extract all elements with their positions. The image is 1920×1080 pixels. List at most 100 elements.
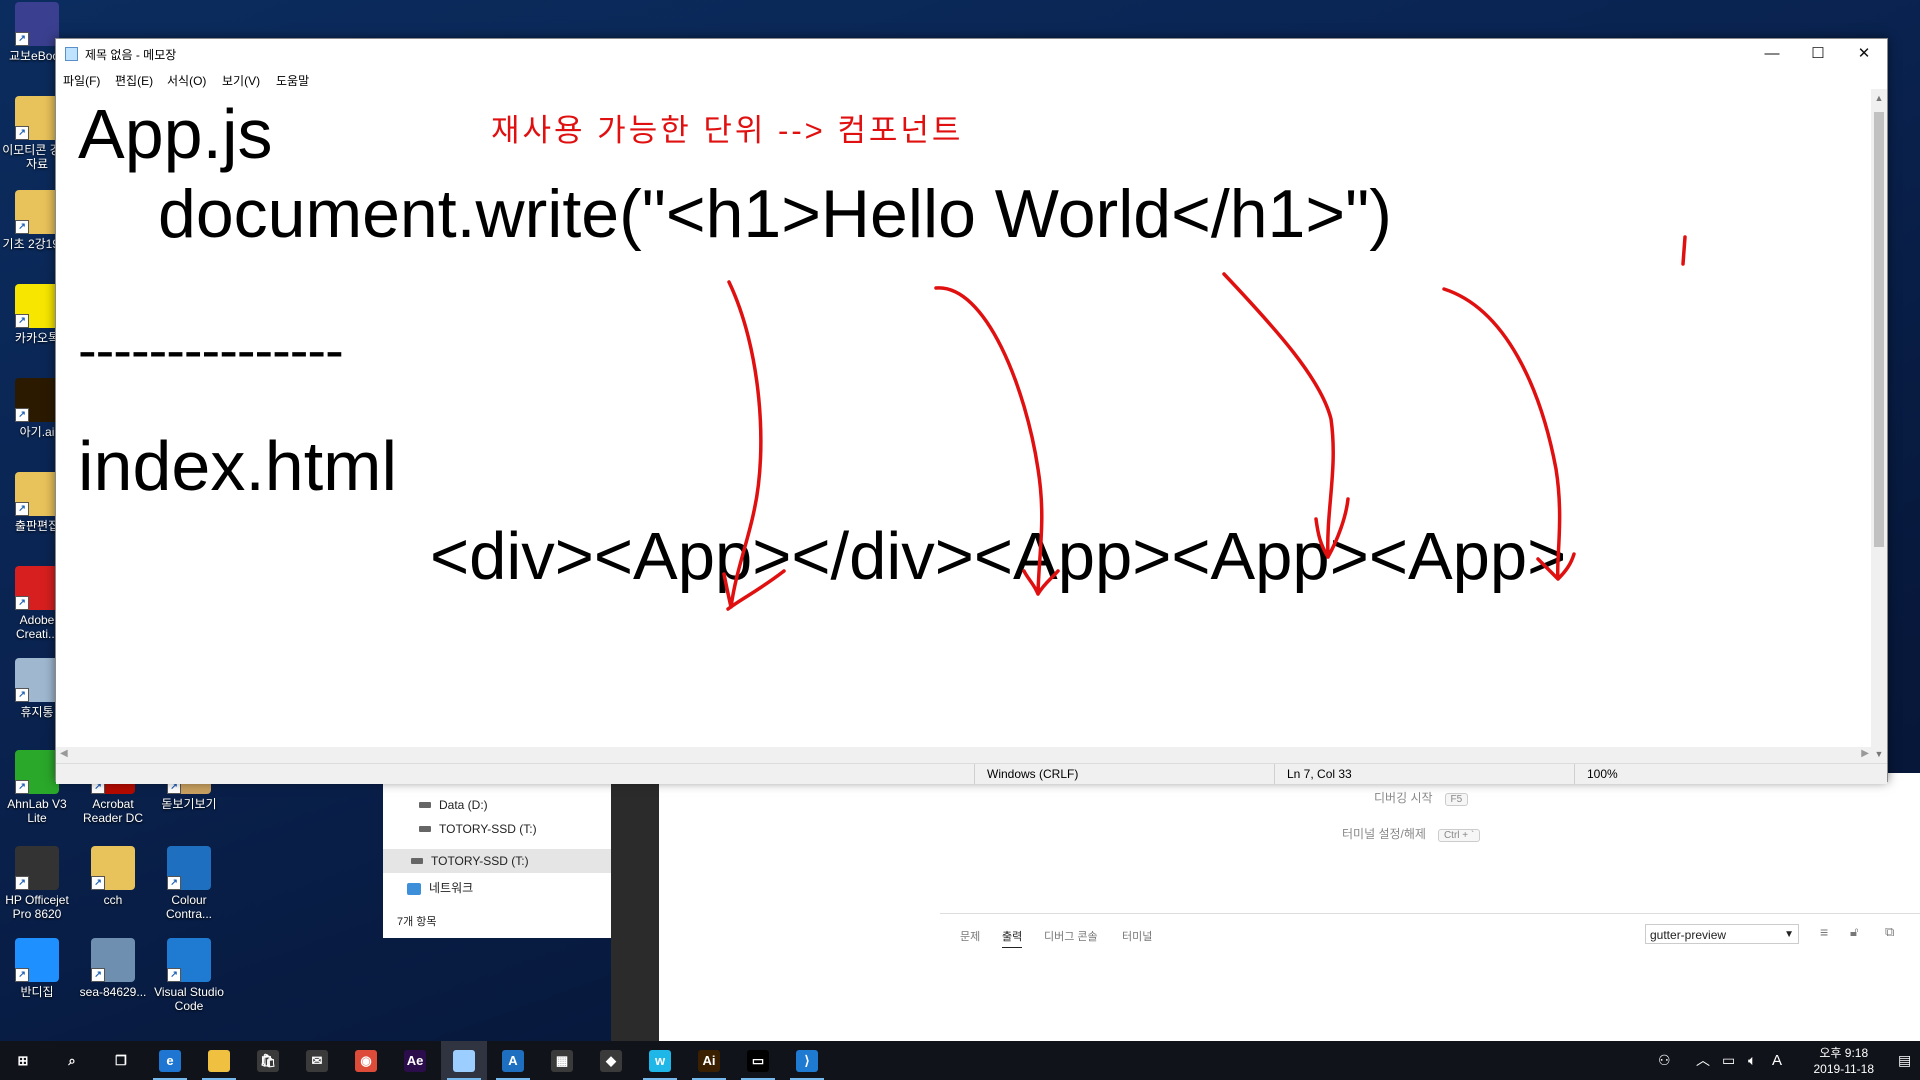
line-document-write: document.write("<h1>Hello World</h1>") [158,176,1392,252]
network-icon [407,882,421,895]
taskbar-cmd-button[interactable]: ▭ [735,1041,781,1080]
taskbar-start-button[interactable]: ⊞ [0,1041,46,1080]
title-bar[interactable]: 제목 없음 - 메모장 — ☐ ✕ [56,39,1887,69]
shortcut-arrow-icon: ↗ [167,876,181,890]
scroll-down-icon[interactable]: ▼ [1871,749,1887,759]
scroll-right-icon[interactable]: ▶ [1861,748,1869,759]
clock[interactable]: 오후 9:18 2019-11-18 [1814,1045,1875,1077]
taskbar-store-button[interactable]: 🛍︎ [245,1041,291,1080]
menu-bar: 파일(F) 편집(E) 서식(O) 보기(V) 도움말 [56,69,1887,89]
desktop-icon-label: cch [103,893,123,907]
minimize-button[interactable]: — [1749,39,1795,69]
scroll-left-icon[interactable]: ◀ [60,748,68,759]
volume-muted-icon[interactable]: 🔈︎ [1748,1041,1756,1080]
taskbar-vscode-button[interactable]: ⟩ [784,1041,830,1080]
close-button[interactable]: ✕ [1841,39,1887,69]
desktop-icon-label: 돋보기보기 [161,797,217,811]
window-title: 제목 없음 - 메모장 [85,48,177,62]
menu-file[interactable]: 파일(F) [63,72,100,89]
hint-start-debugging: 디버깅 시작 F5 [1374,789,1469,806]
chrome-icon: ◉ [355,1049,377,1072]
notifications-icon[interactable]: ▤ [1898,1041,1911,1080]
document-icon: ↗ [91,846,135,890]
status-zoom: 100% [1574,764,1618,784]
taskbar-chrome-button[interactable]: ◉ [343,1041,389,1080]
taskbar-mail-button[interactable]: ✉ [294,1041,340,1080]
edge-icon: e [159,1049,181,1072]
lock-icon[interactable]: 🔓︎ [1850,924,1858,940]
vscode-sidebar [659,773,940,1041]
menu-view[interactable]: 보기(V) [222,72,260,89]
start-icon: ⊞ [17,1052,29,1068]
tab-output[interactable]: 출력 [1002,928,1023,948]
scroll-thumb[interactable] [1874,112,1884,547]
shortcut-arrow-icon: ↗ [91,968,105,982]
drive-icon [419,802,431,809]
maximize-panel-icon[interactable]: ⧉ [1885,924,1894,940]
taskbar-edge-button[interactable]: e [147,1041,193,1080]
explorer-item-totory-ssd[interactable]: TOTORY-SSD (T:) [383,817,611,841]
network-icon[interactable]: ▭ [1722,1041,1735,1080]
illustrator-icon: Ai [698,1049,720,1072]
maximize-button[interactable]: ☐ [1795,39,1841,69]
shortcut-arrow-icon: ↗ [15,408,29,422]
shortcut-arrow-icon: ↗ [15,314,29,328]
taskbar-colour-contrast-button[interactable]: A [490,1041,536,1080]
desktop-icon-15[interactable]: ↗ sea-84629... [76,938,150,999]
vertical-scrollbar[interactable]: ▲ ▼ [1871,89,1887,763]
desktop-icon-13[interactable]: ↗ Colour Contra... [152,846,226,921]
desktop-icon-label: Acrobat Reader DC [82,797,144,825]
file-explorer-icon [208,1049,230,1072]
tab-terminal[interactable]: 터미널 [1122,928,1152,944]
desktop-icon-label: AhnLab V3 Lite [7,797,67,825]
desktop-icon-12[interactable]: ↗ cch [76,846,150,907]
taskbar-whale-button[interactable]: w [637,1041,683,1080]
taskbar-calculator-button[interactable]: ▦ [539,1041,585,1080]
horizontal-scrollbar[interactable]: ◀ ▶ [56,747,1873,763]
status-encoding: Windows (CRLF) [974,764,1078,784]
explorer-item-data-drive[interactable]: Data (D:) [383,793,611,817]
shortcut-arrow-icon: ↗ [15,688,29,702]
arrow-3 [1222,272,1350,559]
notepad-icon [65,47,78,61]
taskbar-search-button[interactable]: ⌕ [49,1041,95,1080]
desktop-icon-label: 반디집 [20,985,54,999]
people-icon[interactable]: ⚇ [1658,1041,1671,1080]
tab-debug-console[interactable]: 디버그 콘솔 [1044,928,1098,944]
chevron-up-icon[interactable]: ︿ [1696,1041,1710,1080]
taskbar-illustrator-button[interactable]: Ai [686,1041,732,1080]
line-div-app: <div><App></div><App><App><App> [430,519,1567,594]
taskbar-ink-button[interactable]: ◆ [588,1041,634,1080]
menu-edit[interactable]: 편집(E) [115,72,153,89]
tab-problems[interactable]: 문제 [960,928,980,944]
hint-toggle-terminal: 터미널 설정/해제 Ctrl + ` [1342,825,1481,842]
menu-help[interactable]: 도움말 [276,72,309,89]
vscode-icon: ⟩ [796,1049,818,1072]
taskbar-task-view-button[interactable]: ❐ [98,1041,144,1080]
taskbar-file-explorer-button[interactable] [196,1041,242,1080]
mail-icon: ✉ [306,1049,328,1072]
vscode-main-area: 디버깅 시작 F5 터미널 설정/해제 Ctrl + ` 문제 출력 디버그 콘솔 … [940,773,1920,1041]
line-separator: --------------- [78,318,344,381]
task-view-icon: ❐ [115,1052,127,1068]
taskbar: ⊞ ⌕ ❐ e 🛍︎ ✉ ◉ Ae A ▦ ◆ w Ai ▭ ⟩ ⚇ ︿ ▭ 🔈︎ A 오후 9:18 20… [0,1041,1920,1080]
explorer-item-network[interactable]: 네트워크 [383,876,611,900]
red-stroke-mark [1681,235,1687,266]
output-channel-select[interactable]: gutter-preview ▼ [1645,924,1799,944]
vscode-panel-tabs: 문제 출력 디버그 콘솔 터미널 gutter-preview ▼ ≡ 🔓︎ ⧉ [940,913,1920,954]
taskbar-after-effects-button[interactable]: Ae [392,1041,438,1080]
shortcut-arrow-icon: ↗ [15,876,29,890]
desktop-icon-14[interactable]: ↗ 반디집 [0,938,74,999]
ime-indicator[interactable]: A [1772,1041,1782,1080]
desktop-icon-11[interactable]: ↗ HP Officejet Pro 8620 [0,846,74,921]
explorer-item-totory-ssd-selected[interactable]: TOTORY-SSD (T:) [383,849,611,873]
text-editor[interactable]: App.js 재사용 가능한 단위 --> 컴포넌트 document.writ… [56,89,1873,763]
image-file-icon: ↗ [91,938,135,982]
shortcut-arrow-icon: ↗ [15,596,29,610]
desktop-icon-label: Visual Studio Code [154,985,224,1013]
desktop-icon-16[interactable]: ↗ Visual Studio Code [152,938,226,1013]
menu-format[interactable]: 서식(O) [167,72,206,89]
clear-output-icon[interactable]: ≡ [1820,924,1828,940]
scroll-up-icon[interactable]: ▲ [1871,93,1887,103]
taskbar-notepad-button[interactable] [441,1041,487,1080]
